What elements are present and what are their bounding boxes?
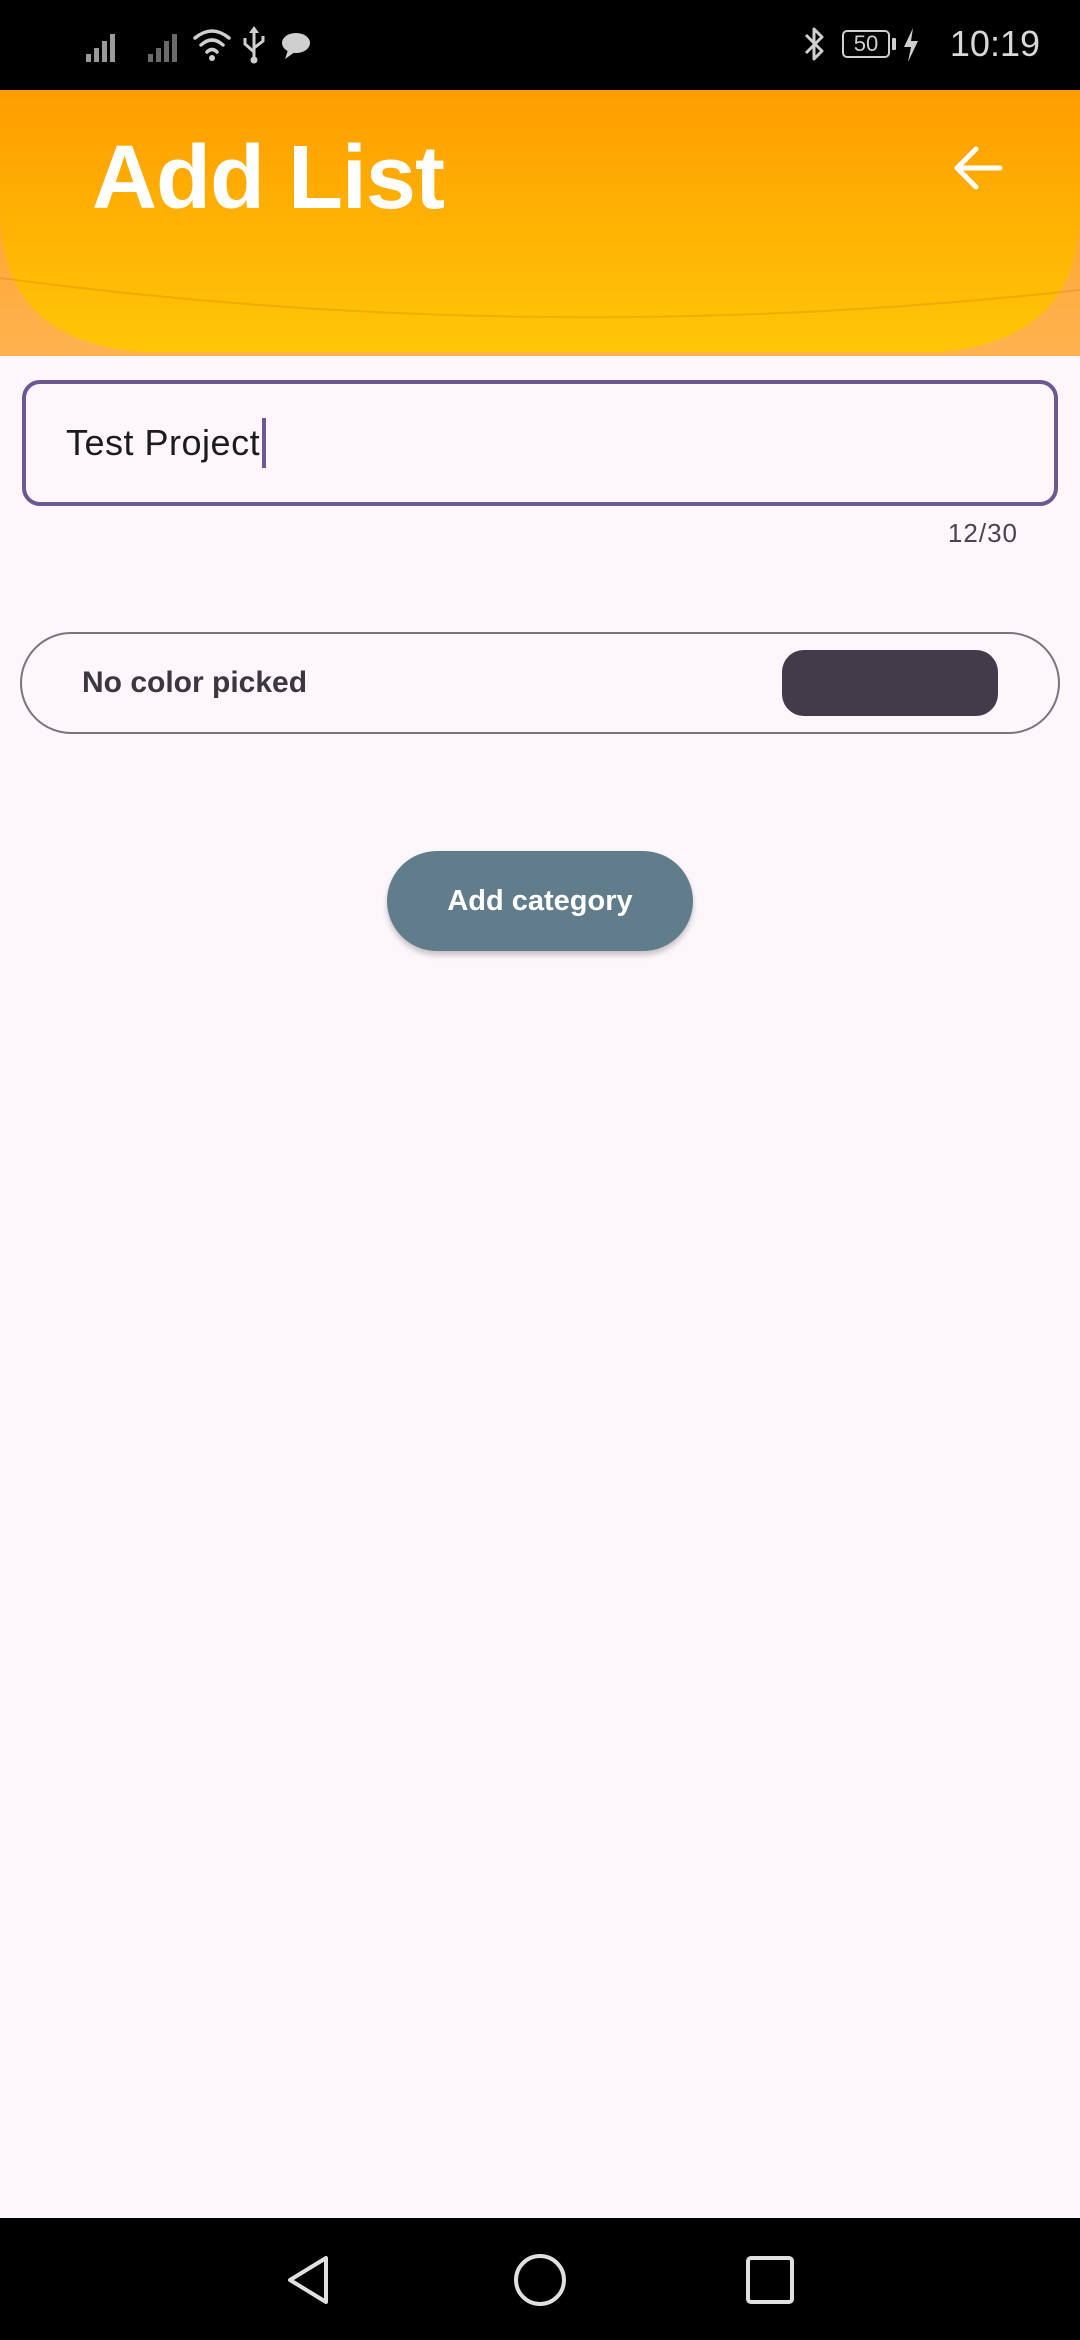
battery-icon: 50 — [842, 30, 890, 58]
status-time: 10:19 — [949, 23, 1040, 64]
list-name-value: Test Project — [66, 422, 261, 463]
back-button[interactable] — [940, 130, 1016, 206]
system-nav-bar — [0, 2218, 1080, 2340]
arrow-left-icon — [954, 146, 1003, 190]
color-picker-row[interactable]: No color picked — [20, 632, 1060, 734]
signal-icon — [148, 34, 177, 62]
recents-square-icon[interactable] — [742, 2252, 798, 2308]
status-bar: 50 10:19 — [0, 0, 1080, 90]
usb-icon — [243, 26, 265, 64]
battery-nub — [892, 38, 896, 50]
signal-icon — [86, 34, 115, 62]
color-picker-label: No color picked — [82, 666, 308, 699]
color-swatch-button[interactable] — [782, 650, 998, 716]
bluetooth-icon — [804, 27, 824, 61]
add-category-button[interactable]: Add category — [387, 851, 693, 951]
charging-icon — [904, 28, 918, 62]
list-name-input[interactable]: Test Project — [22, 380, 1058, 506]
back-triangle-icon[interactable] — [282, 2252, 338, 2308]
wifi-icon — [193, 29, 231, 61]
character-counter: 12/30 — [947, 518, 1018, 548]
text-cursor — [262, 418, 267, 469]
home-circle-icon[interactable] — [512, 2252, 568, 2308]
app-header: Add List — [0, 90, 1080, 356]
message-icon — [282, 33, 310, 59]
page-title: Add List — [92, 128, 445, 228]
